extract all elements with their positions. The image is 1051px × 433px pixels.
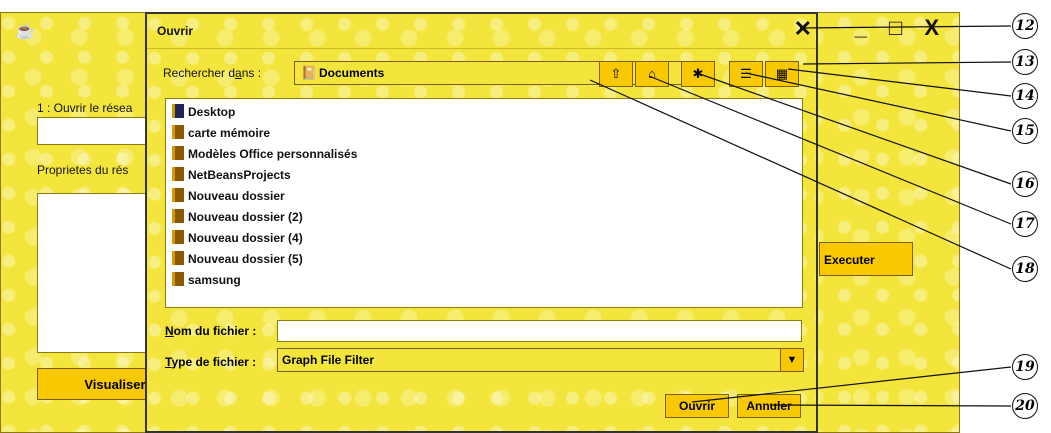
list-item[interactable]: NetBeansProjects — [172, 165, 291, 185]
look-in-value: Documents — [319, 66, 385, 80]
details-view-icon: ▦ — [775, 66, 789, 81]
folder-icon — [172, 251, 184, 265]
list-item[interactable]: Nouveau dossier (5) — [172, 249, 303, 269]
network-path-input[interactable] — [37, 117, 154, 145]
home-button[interactable]: ⌂ — [635, 61, 669, 87]
up-folder-icon: ⇧ — [610, 66, 622, 81]
list-item[interactable]: carte mémoire — [172, 123, 270, 143]
callout-13: 13 — [1012, 49, 1038, 75]
list-item[interactable]: samsung — [172, 270, 241, 290]
folder-icon — [172, 146, 184, 160]
folder-icon — [172, 167, 184, 181]
filetype-value: Graph File Filter — [282, 353, 375, 367]
new-folder-button[interactable]: ✱ — [681, 61, 715, 87]
callout-20: 20 — [1012, 393, 1038, 419]
home-icon: ⌂ — [648, 66, 656, 81]
executer-button[interactable]: Executer — [819, 242, 913, 276]
documents-icon: 📔 — [301, 65, 318, 80]
callout-19: 19 — [1012, 354, 1038, 380]
folder-icon — [172, 272, 184, 286]
list-item[interactable]: Modèles Office personnalisés — [172, 144, 357, 164]
new-folder-icon: ✱ — [692, 66, 704, 81]
list-view-icon: ☰ — [740, 66, 752, 81]
callout-18: 18 — [1012, 256, 1038, 282]
callout-14: 14 — [1012, 83, 1038, 109]
window-controls[interactable]: _ □ X — [855, 15, 947, 41]
list-item[interactable]: Desktop — [172, 102, 235, 122]
folder-icon — [172, 230, 184, 244]
folder-icon — [172, 188, 184, 202]
dialog-titlebar: Ouvrir ✕ — [147, 14, 816, 49]
network-properties-label: Proprietes du rés — [37, 163, 129, 177]
filetype-combobox[interactable]: Graph File Filter ▼ — [277, 348, 804, 372]
filetype-label: Type de fichier : — [165, 355, 257, 369]
folder-icon — [172, 125, 184, 139]
desktop-icon — [172, 104, 184, 118]
callout-12: 12 — [1012, 13, 1038, 39]
folder-icon — [172, 209, 184, 223]
open-button[interactable]: Ouvrir — [665, 394, 729, 418]
java-coffee-icon: ☕ — [15, 23, 35, 40]
open-file-dialog: Ouvrir ✕ Rechercher dans : 📔 Documents ▼… — [145, 12, 818, 433]
properties-textarea[interactable] — [37, 193, 154, 353]
file-list[interactable]: Desktop carte mémoire Modèles Office per… — [165, 98, 803, 308]
up-one-level-button[interactable]: ⇧ — [599, 61, 633, 87]
filename-label: Nom du fichier : — [165, 324, 257, 338]
chevron-down-icon[interactable]: ▼ — [780, 349, 803, 371]
list-item[interactable]: Nouveau dossier (2) — [172, 207, 303, 227]
details-view-button[interactable]: ▦ — [765, 61, 799, 87]
list-item[interactable]: Nouveau dossier (4) — [172, 228, 303, 248]
callout-16: 16 — [1012, 171, 1038, 197]
look-in-label: Rechercher dans : — [163, 66, 262, 80]
cancel-button[interactable]: Annuler — [737, 394, 801, 418]
callout-15: 15 — [1012, 118, 1038, 144]
filename-input[interactable] — [277, 320, 802, 342]
list-view-button[interactable]: ☰ — [729, 61, 763, 87]
open-network-label: 1 : Ouvrir le résea — [37, 101, 133, 115]
dialog-title: Ouvrir — [157, 24, 194, 38]
list-item[interactable]: Nouveau dossier — [172, 186, 285, 206]
close-icon[interactable]: ✕ — [794, 16, 812, 42]
callout-17: 17 — [1012, 211, 1038, 237]
